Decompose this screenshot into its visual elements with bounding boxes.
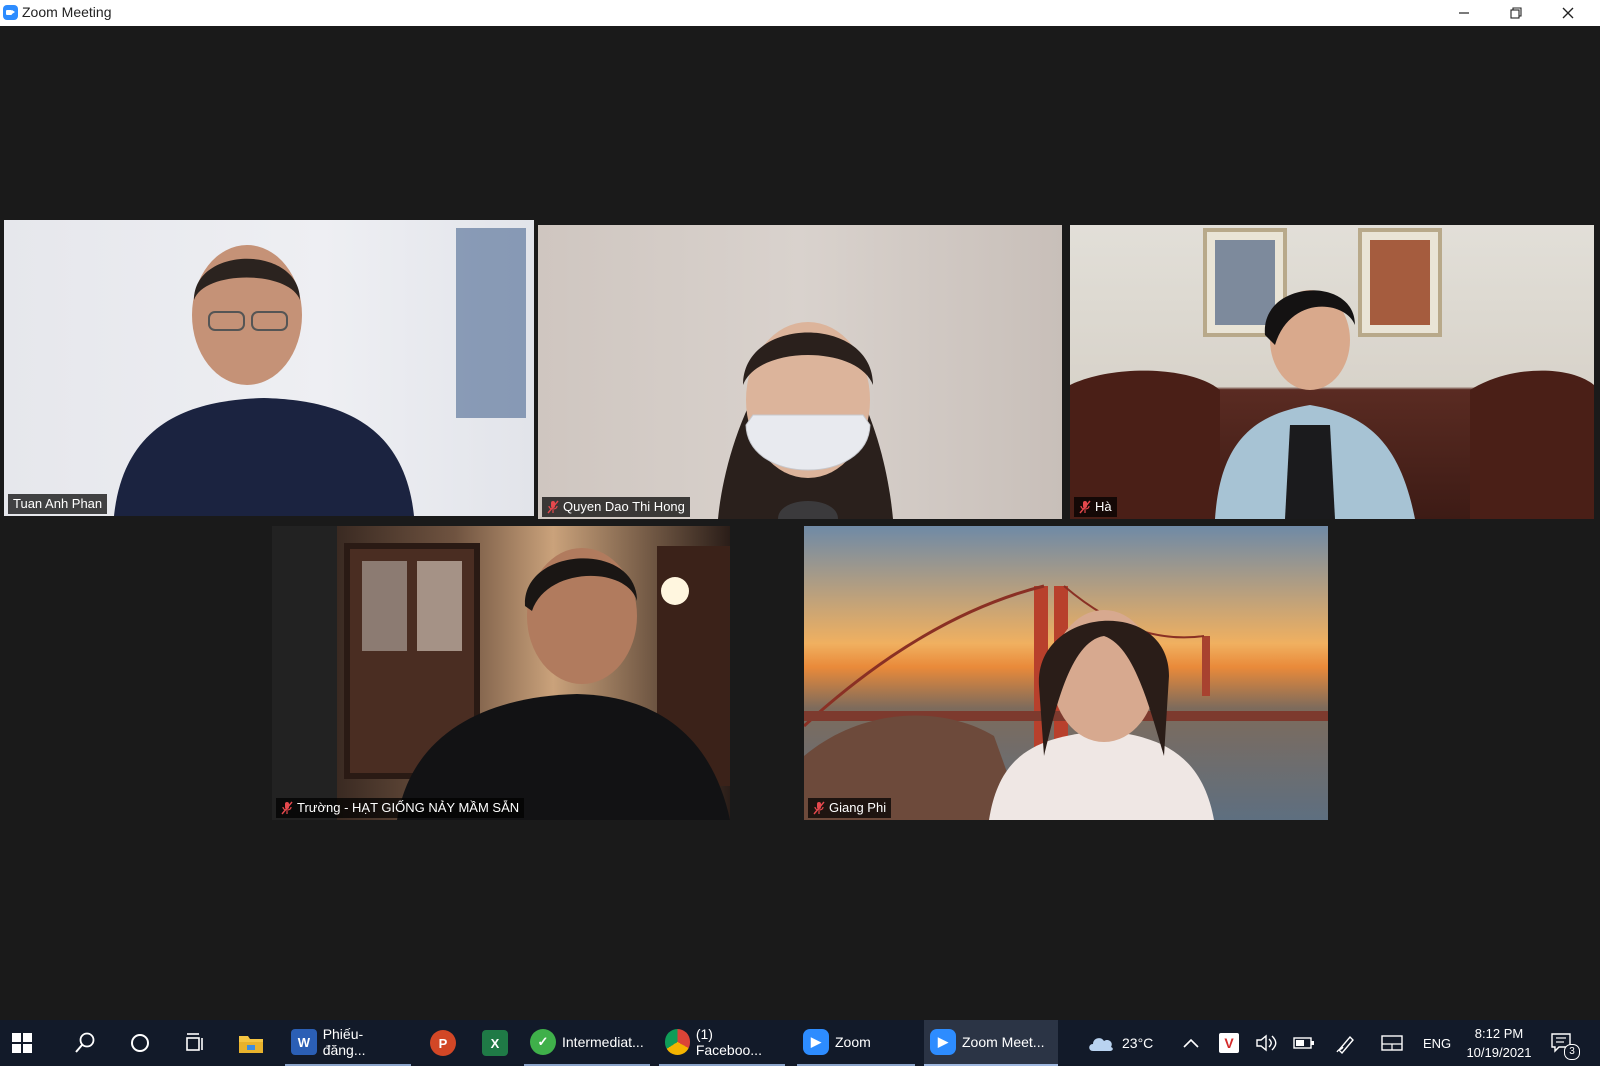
word-icon: W [291, 1029, 317, 1055]
vietnamese-ime-icon: V [1219, 1033, 1239, 1053]
video-feed [1070, 225, 1594, 519]
taskbar-app[interactable]: (1) Faceboo... [659, 1020, 785, 1066]
participant-name: Tuan Anh Phan [13, 496, 103, 511]
close-button[interactable] [1542, 0, 1594, 26]
minimize-button[interactable] [1438, 0, 1490, 26]
search-button[interactable] [74, 1020, 96, 1066]
participant-nametag: Quyen Dao Thi Hong [542, 497, 690, 517]
tray-app[interactable]: V [1219, 1020, 1239, 1066]
title-bar: Zoom Meeting [0, 0, 1600, 27]
zoom-icon: ▶ [803, 1029, 829, 1055]
cortana-button[interactable] [130, 1020, 150, 1066]
participant-name: Trường - HẠT GIỐNG NẢY MẦM SẴN [297, 800, 520, 815]
restore-button[interactable] [1490, 0, 1542, 26]
taskbar-app[interactable]: W Phiếu-đăng... [285, 1020, 411, 1066]
battery-icon [1293, 1037, 1314, 1049]
excel-icon: X [482, 1030, 508, 1056]
chevron-up-icon [1183, 1038, 1199, 1048]
touch-keyboard-button[interactable] [1381, 1020, 1403, 1066]
notification-count-badge: 3 [1564, 1044, 1580, 1060]
taskbar-app[interactable]: ✓ Intermediat... [524, 1020, 650, 1066]
weather-widget[interactable]: 23°C [1088, 1020, 1153, 1066]
taskbar: W Phiếu-đăng... P X ✓ Intermediat... (1)… [0, 1020, 1600, 1066]
chrome-icon [665, 1029, 690, 1055]
file-explorer-button[interactable] [238, 1020, 264, 1066]
powerpoint-icon: P [430, 1030, 456, 1056]
participant-name: Hà [1095, 499, 1112, 514]
clock-time: 8:12 PM [1474, 1026, 1524, 1041]
video-tile[interactable]: Trường - HẠT GIỐNG NẢY MẦM SẴN [272, 526, 730, 820]
video-tile[interactable]: Quyen Dao Thi Hong [538, 225, 1062, 519]
cloud-icon [1089, 1038, 1113, 1051]
muted-mic-icon [547, 500, 559, 514]
clock[interactable]: 8:12 PM 10/19/2021 [1459, 1024, 1539, 1062]
muted-mic-icon [813, 801, 825, 815]
windows-icon [12, 1033, 32, 1053]
gallery-view: Tuan Anh Phan Quyen Dao Thi Hong Hà Trườ… [0, 26, 1600, 1020]
folder-icon [239, 1036, 263, 1053]
pen-icon [1336, 1035, 1354, 1054]
close-icon [1562, 7, 1574, 19]
video-tile[interactable]: Giang Phi [804, 526, 1328, 820]
start-button[interactable] [12, 1020, 32, 1066]
muted-mic-icon [1079, 500, 1091, 514]
taskbar-app[interactable]: X [476, 1020, 514, 1066]
clock-date: 10/19/2021 [1466, 1045, 1532, 1060]
speaker-icon [1256, 1034, 1277, 1052]
minimize-icon [1459, 12, 1469, 14]
zoom-icon [3, 5, 18, 20]
search-icon [75, 1032, 95, 1053]
app-green-icon: ✓ [530, 1029, 556, 1055]
video-tile[interactable]: Tuan Anh Phan [4, 220, 534, 516]
participant-name: Quyen Dao Thi Hong [563, 499, 685, 514]
video-feed [337, 526, 730, 820]
video-feed [4, 220, 534, 516]
participant-nametag: Giang Phi [808, 798, 892, 818]
keyboard-icon [1381, 1035, 1403, 1051]
task-view-button[interactable] [185, 1020, 207, 1066]
video-feed [538, 225, 1062, 519]
video-tile[interactable]: Hà [1070, 225, 1594, 519]
taskbar-app[interactable]: P [424, 1020, 462, 1066]
volume-button[interactable] [1255, 1020, 1277, 1066]
window-title: Zoom Meeting [22, 4, 112, 20]
pen-workspace-button[interactable] [1335, 1020, 1357, 1066]
participant-nametag: Tuan Anh Phan [8, 494, 108, 514]
action-center-button[interactable]: 3 [1550, 1020, 1580, 1066]
taskbar-app[interactable]: ▶ Zoom [797, 1020, 915, 1066]
restore-icon [1510, 7, 1522, 19]
taskbar-app[interactable]: ▶ Zoom Meet... [924, 1020, 1058, 1066]
battery-button[interactable] [1293, 1020, 1315, 1066]
participant-name: Giang Phi [829, 800, 887, 815]
zoom-icon: ▶ [930, 1029, 956, 1055]
muted-mic-icon [281, 801, 293, 815]
video-feed [804, 526, 1328, 820]
input-language-button[interactable]: ENG [1423, 1020, 1451, 1066]
task-view-icon [186, 1033, 203, 1051]
participant-nametag: Hà [1074, 497, 1117, 517]
participant-nametag: Trường - HẠT GIỐNG NẢY MẦM SẴN [276, 798, 525, 818]
cortana-icon [131, 1034, 149, 1052]
show-hidden-icons-button[interactable] [1183, 1020, 1199, 1066]
